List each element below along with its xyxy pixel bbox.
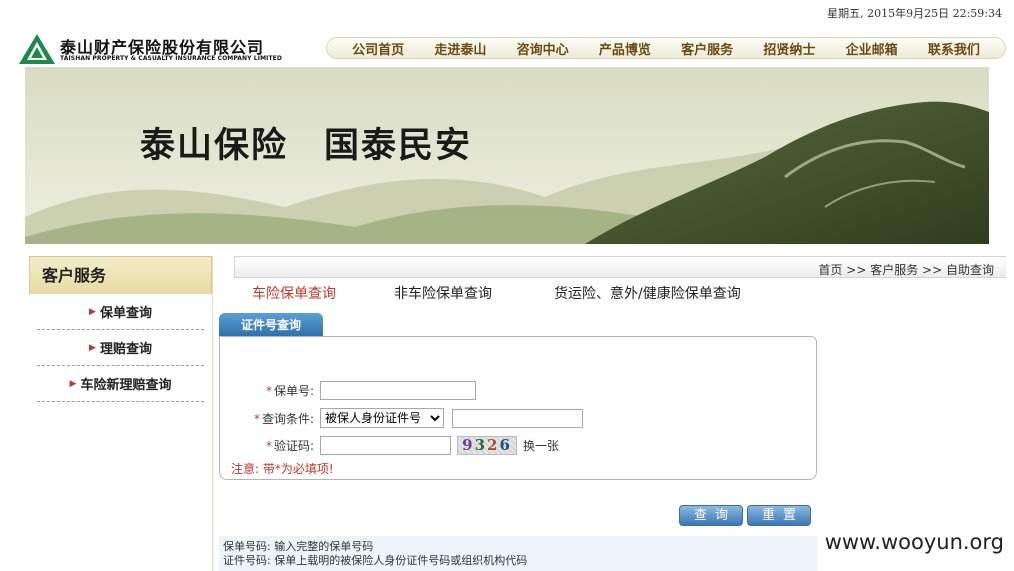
sidebar-item-claim-query[interactable]: ▶ 理赔查询 [37, 330, 204, 366]
condition-label: * 查询条件: [253, 411, 314, 426]
company-logo[interactable]: 泰山财产保险股份有限公司 TAISHAN PROPERTY & CASUALTY… [18, 32, 290, 66]
tab-auto-policy[interactable]: 车险保单查询 [252, 283, 336, 303]
help-box: 保单号码: 输入完整的保单号码 证件号码: 保单上载明的被保险人身份证件号码或组… [219, 536, 817, 571]
banner-slogan: 泰山保险 国泰民安 [140, 117, 472, 168]
help-line-policy: 保单号码: 输入完整的保单号码 [223, 540, 374, 553]
caret-right-icon: ▶ [69, 378, 77, 389]
nav-home[interactable]: 公司首页 [352, 39, 404, 58]
top-navigation: 公司首页 走进泰山 咨询中心 产品博览 客户服务 招贤纳士 企业邮箱 联系我们 [326, 37, 1006, 59]
hero-banner: 泰山保险 国泰民安 [25, 67, 989, 244]
breadcrumb-bar: 首页 >> 客户服务 >> 自助查询 [234, 256, 1006, 278]
nav-contact[interactable]: 联系我们 [928, 39, 980, 58]
condition-select[interactable]: 被保人身份证件号 [320, 408, 444, 428]
nav-email[interactable]: 企业邮箱 [846, 39, 898, 58]
captcha-image[interactable]: 9326 [457, 435, 517, 455]
sidebar-menu: ▶ 保单查询 ▶ 理赔查询 ▶ 车险新理赔查询 [29, 294, 212, 402]
reset-button[interactable]: 重置 [747, 505, 811, 526]
sidebar-item-policy-query[interactable]: ▶ 保单查询 [37, 294, 204, 330]
captcha-input[interactable] [320, 435, 451, 455]
slogan-part-1: 泰山保险 [140, 125, 289, 166]
breadcrumb-separator: >> [846, 263, 867, 277]
condition-input[interactable] [452, 408, 583, 428]
nav-customer-service[interactable]: 客户服务 [681, 39, 733, 58]
policy-no-input[interactable] [320, 380, 476, 400]
tab-id-query[interactable]: 证件号查询 [219, 313, 323, 337]
sidebar: 客户服务 ▶ 保单查询 ▶ 理赔查询 ▶ 车险新理赔查询 [29, 256, 213, 571]
sidebar-item-label: 理赔查询 [99, 342, 152, 357]
tab-cargo-accident-health[interactable]: 货运险、意外/健康险保单查询 [554, 283, 741, 303]
query-type-tabs: 车险保单查询 非车险保单查询 货运险、意外/健康险保单查询 [252, 283, 741, 303]
policy-no-row: * 保单号: [220, 380, 476, 400]
nav-products[interactable]: 产品博览 [599, 39, 651, 58]
sidebar-title: 客户服务 [29, 256, 212, 294]
query-button[interactable]: 查询 [679, 505, 743, 526]
caret-right-icon: ▶ [89, 342, 96, 353]
breadcrumb-section[interactable]: 客户服务 [870, 263, 918, 277]
slogan-part-2: 国泰民安 [324, 125, 473, 166]
policy-no-label: * 保单号: [265, 383, 314, 398]
required-note: 注意: 带*为必填项! [231, 462, 334, 476]
nav-careers[interactable]: 招贤纳士 [763, 39, 815, 58]
condition-row: * 查询条件: 被保人身份证件号 [220, 408, 583, 428]
refresh-captcha-link[interactable]: 换一张 [523, 437, 559, 454]
mountain-logo-icon [19, 34, 55, 64]
captcha-row: * 验证码: 9326 换一张 [220, 435, 559, 455]
caret-right-icon: ▶ [89, 306, 96, 317]
breadcrumb: 首页 >> 客户服务 >> 自助查询 [818, 261, 994, 278]
tab-non-auto-policy[interactable]: 非车险保单查询 [394, 283, 492, 303]
breadcrumb-home[interactable]: 首页 [818, 263, 842, 277]
sidebar-item-label: 车险新理赔查询 [80, 378, 172, 393]
nav-about[interactable]: 走进泰山 [434, 39, 486, 58]
logo-name-en: TAISHAN PROPERTY & CASUALTY INSURANCE CO… [60, 55, 282, 62]
query-form: * 保单号: * 查询条件: 被保人身份证件号 * 验证码: 9326 换一张 注意:… [219, 336, 817, 480]
help-line-id: 证件号码: 保单上载明的被保险人身份证件号码或组织机构代码 [223, 554, 528, 567]
captcha-label: * 验证码: [265, 438, 314, 453]
watermark-text: www.wooyun.org [824, 530, 1004, 554]
breadcrumb-separator: >> [922, 263, 943, 277]
breadcrumb-current: 自助查询 [945, 263, 994, 277]
sidebar-item-label: 保单查询 [99, 306, 152, 321]
nav-news[interactable]: 咨询中心 [517, 39, 569, 58]
datetime-display: 星期五, 2015年9月25日 22:59:34 [827, 7, 1002, 20]
sidebar-item-auto-claim-query[interactable]: ▶ 车险新理赔查询 [37, 366, 204, 402]
